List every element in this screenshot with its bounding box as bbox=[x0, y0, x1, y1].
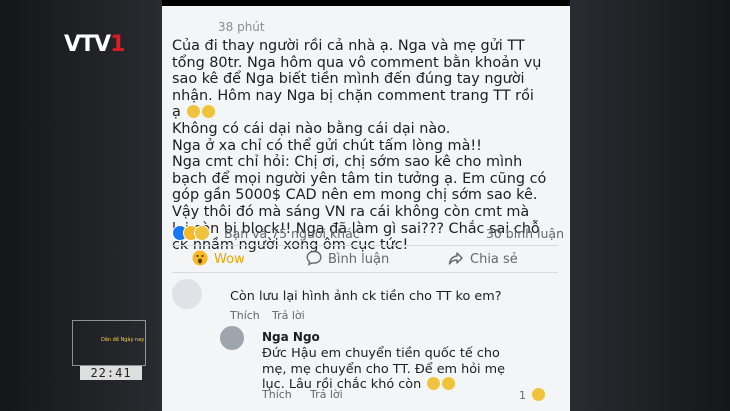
comment-like-link[interactable]: Thích bbox=[230, 309, 260, 322]
post-line: bạch để mọi người yên tâm tin tưởng ạ. E… bbox=[172, 170, 547, 187]
comment-reply-link[interactable]: Trả lời bbox=[272, 309, 305, 322]
facebook-post-screen: 38 phút Của đi thay người rồi cả nhà ạ. … bbox=[162, 0, 570, 411]
post-line: tổng 80tr. Nga hôm qua vô comment bằn kh… bbox=[172, 54, 542, 71]
post-actions-bar: Wow Bình luận Chia sẻ bbox=[172, 248, 558, 270]
sad-reaction-icon bbox=[194, 225, 210, 241]
post-line: góp gần 5000$ CAD nên em mong chị sớm sa… bbox=[172, 187, 538, 204]
comment-bubble-icon bbox=[306, 250, 322, 266]
post-line: Không có cái dại nào bằng cái dại nào. bbox=[172, 120, 451, 137]
comment-label: Bình luận bbox=[328, 252, 390, 267]
reaction-count-text[interactable]: Bạn và 75 người khác bbox=[224, 226, 360, 241]
wow-face-icon bbox=[192, 250, 208, 266]
logo-channel-number: 1 bbox=[110, 32, 125, 57]
phone-status-bar bbox=[162, 0, 570, 6]
crying-emoji-icon bbox=[427, 377, 441, 391]
crying-emoji-icon bbox=[531, 388, 545, 401]
post-line: Của đi thay người rồi cả nhà ạ. Nga và m… bbox=[172, 38, 525, 54]
post-line: Nga ở xa chỉ có thể gửi chút tấm lòng mà… bbox=[172, 137, 482, 154]
share-arrow-icon bbox=[448, 252, 463, 265]
post-line: Vậy thôi đó mà sáng VN ra cái không còn … bbox=[172, 203, 530, 220]
reaction-icons bbox=[172, 225, 212, 241]
comment-text: Còn lưu lại hình ảnh ck tiền cho TT ko e… bbox=[230, 289, 502, 304]
reply-avatar[interactable] bbox=[220, 326, 244, 350]
grimace-emoji-icon bbox=[187, 105, 201, 119]
logo-vtv-text: VTV bbox=[64, 32, 111, 57]
post-line: ạ bbox=[172, 104, 181, 121]
reply-like-count: 1 bbox=[519, 388, 545, 402]
reply-author-name[interactable]: Nga Ngo bbox=[262, 330, 320, 344]
broadcast-clock: 22:41 bbox=[80, 366, 142, 380]
reactions-summary[interactable]: Bạn và 75 người khác 30 bình luận bbox=[172, 224, 564, 242]
post-line: Nga cmt chỉ hỏi: Chị ơi, chị sớm sao kê … bbox=[172, 154, 523, 171]
post-line-with-emoji: ạ bbox=[172, 104, 562, 121]
reply-like-count-number: 1 bbox=[519, 389, 526, 402]
reply-body: Đức Hậu em chuyển tiền quốc tế cho mẹ, m… bbox=[262, 346, 562, 393]
reply-reply-link[interactable]: Trả lời bbox=[310, 388, 343, 401]
reply-line-with-emoji: lục. Lâu rồi chắc khó còn bbox=[262, 377, 562, 393]
share-label: Chia sẻ bbox=[470, 252, 518, 267]
wow-reaction-button[interactable]: Wow bbox=[192, 250, 245, 267]
vtv1-logo: VTV1 bbox=[64, 32, 125, 57]
video-background-right bbox=[570, 0, 730, 411]
divider bbox=[172, 272, 558, 273]
post-line: sao kê để Nga biết tiền mình đến đúng ta… bbox=[172, 71, 525, 88]
post-timestamp[interactable]: 38 phút bbox=[218, 20, 265, 34]
post-body: Của đi thay người rồi cả nhà ạ. Nga và m… bbox=[172, 38, 562, 254]
comments-count[interactable]: 30 bình luận bbox=[486, 226, 564, 241]
divider bbox=[172, 245, 558, 246]
program-badge: Dân đề Ngày nay bbox=[72, 320, 146, 366]
comment-button[interactable]: Bình luận bbox=[306, 250, 389, 267]
reply-line: mẹ, mẹ chuyển cho TT. Để em hỏi mẹ bbox=[262, 361, 505, 377]
wow-label: Wow bbox=[214, 252, 245, 267]
reply-like-link[interactable]: Thích bbox=[262, 388, 292, 401]
share-button[interactable]: Chia sẻ bbox=[448, 250, 518, 267]
program-badge-label: Dân đề Ngày nay bbox=[101, 337, 145, 343]
crying-emoji-icon bbox=[442, 377, 456, 391]
grimace-emoji-icon bbox=[202, 105, 216, 119]
post-line: nhận. Hôm nay Nga bị chặn comment trang … bbox=[172, 87, 534, 104]
reply-line: Đức Hậu em chuyển tiền quốc tế cho bbox=[262, 346, 500, 361]
commenter-avatar[interactable] bbox=[172, 279, 202, 309]
